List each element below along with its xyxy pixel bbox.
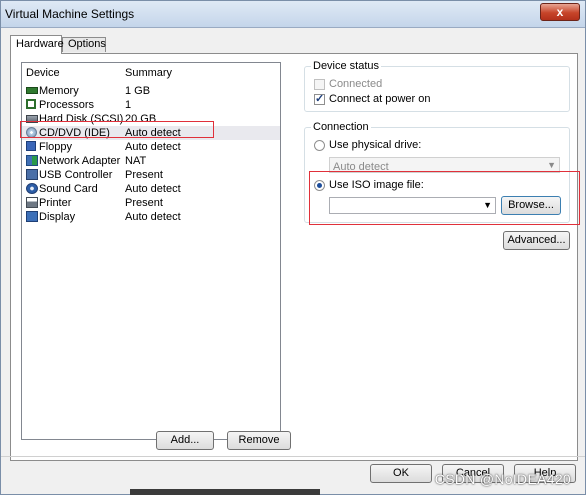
- device-name: Network Adapter: [39, 155, 121, 167]
- device-row-memory[interactable]: Memory 1 GB: [22, 84, 280, 98]
- advanced-button-label: Advanced...: [507, 234, 566, 246]
- watermark: CSDN @NoIDEA420: [434, 471, 571, 487]
- device-summary: Auto detect: [125, 211, 181, 223]
- device-name: Floppy: [39, 141, 73, 153]
- device-summary: Auto detect: [125, 183, 181, 195]
- device-row-processors[interactable]: Processors 1: [22, 98, 280, 112]
- use-iso-image-label: Use ISO image file:: [329, 179, 424, 191]
- printer-icon: [26, 197, 38, 208]
- device-name: USB Controller: [39, 169, 113, 181]
- taskbar-fragment: [130, 489, 320, 495]
- connection-title: Connection: [311, 121, 371, 133]
- memory-icon: [26, 87, 38, 94]
- device-list[interactable]: Device Summary Memory 1 GB Processors 1 …: [21, 62, 281, 440]
- device-row-printer[interactable]: Printer Present: [22, 196, 280, 210]
- chevron-down-icon: ▼: [547, 160, 556, 170]
- device-row-display[interactable]: Display Auto detect: [22, 210, 280, 224]
- tab-options[interactable]: Options: [62, 37, 106, 52]
- add-button-label: Add...: [170, 434, 200, 446]
- remove-button[interactable]: Remove: [227, 431, 291, 450]
- cd-dvd-icon: [26, 127, 37, 138]
- device-summary: Auto detect: [125, 127, 181, 139]
- use-physical-drive-label: Use physical drive:: [329, 139, 422, 151]
- hardware-panel: Device Summary Memory 1 GB Processors 1 …: [10, 53, 580, 461]
- browse-button-label: Browse...: [508, 199, 554, 211]
- device-name: Printer: [39, 197, 72, 209]
- device-status-group: Device status Connected Connect at power…: [304, 60, 570, 112]
- device-summary: Present: [125, 169, 163, 181]
- browse-button[interactable]: Browse...: [501, 196, 561, 215]
- use-physical-drive-radio[interactable]: [314, 140, 325, 151]
- connected-label: Connected: [329, 78, 383, 90]
- device-summary: Auto detect: [125, 141, 181, 153]
- column-header-summary[interactable]: Summary: [125, 67, 172, 79]
- ok-button-label: OK: [393, 467, 409, 479]
- tab-hardware-label: Hardware: [16, 38, 64, 50]
- device-summary: Present: [125, 197, 163, 209]
- device-row-cd-dvd[interactable]: CD/DVD (IDE) Auto detect: [22, 126, 280, 140]
- device-name: CD/DVD (IDE): [39, 127, 110, 139]
- network-adapter-icon: [26, 155, 38, 166]
- usb-icon: [26, 169, 38, 180]
- device-row-sound-card[interactable]: Sound Card Auto detect: [22, 182, 280, 196]
- device-summary: 20 GB: [125, 113, 157, 125]
- device-row-hard-disk[interactable]: Hard Disk (SCSI) 20 GB: [22, 112, 280, 126]
- device-name: Memory: [39, 85, 79, 97]
- close-button[interactable]: x: [540, 3, 580, 21]
- column-header-device[interactable]: Device: [26, 67, 60, 79]
- advanced-button[interactable]: Advanced...: [503, 231, 570, 250]
- chevron-down-icon[interactable]: ▼: [483, 200, 492, 210]
- tab-options-label: Options: [68, 38, 106, 50]
- connect-at-power-on-checkbox[interactable]: [314, 92, 325, 105]
- list-header: Device Summary: [22, 63, 280, 79]
- device-summary: 1 GB: [125, 85, 151, 97]
- connected-checkbox[interactable]: [314, 79, 325, 90]
- device-summary: NAT: [125, 155, 147, 167]
- physical-drive-value: Auto detect: [333, 161, 389, 173]
- physical-drive-select[interactable]: Auto detect ▼: [329, 157, 560, 173]
- window-title: Virtual Machine Settings: [5, 7, 135, 21]
- device-summary: 1: [125, 99, 132, 111]
- display-icon: [26, 211, 38, 222]
- footer-divider: [1, 456, 585, 457]
- device-row-floppy[interactable]: Floppy Auto detect: [22, 140, 280, 154]
- device-row-usb-controller[interactable]: USB Controller Present: [22, 168, 280, 182]
- vm-settings-window: Virtual Machine Settings x Hardware Opti…: [0, 0, 586, 495]
- title-bar[interactable]: Virtual Machine Settings x: [1, 1, 585, 28]
- close-icon: x: [556, 5, 564, 19]
- sound-card-icon: [26, 183, 38, 194]
- device-name: Hard Disk (SCSI): [39, 113, 124, 125]
- device-name: Display: [39, 211, 76, 223]
- floppy-icon: [26, 141, 36, 151]
- device-row-network-adapter[interactable]: Network Adapter NAT: [22, 154, 280, 168]
- iso-path-input[interactable]: ▼: [329, 197, 496, 214]
- hard-disk-icon: [26, 115, 38, 123]
- add-button[interactable]: Add...: [156, 431, 214, 450]
- device-name: Processors: [39, 99, 95, 111]
- connection-group: Connection Use physical drive: Auto dete…: [304, 121, 570, 223]
- tab-hardware[interactable]: Hardware: [10, 35, 64, 54]
- device-name: Sound Card: [39, 183, 98, 195]
- ok-button[interactable]: OK: [370, 464, 432, 483]
- remove-button-label: Remove: [238, 434, 280, 446]
- connect-at-power-on-label: Connect at power on: [329, 93, 431, 105]
- use-iso-image-radio[interactable]: [314, 180, 325, 191]
- device-status-title: Device status: [311, 60, 382, 72]
- processor-icon: [26, 99, 36, 109]
